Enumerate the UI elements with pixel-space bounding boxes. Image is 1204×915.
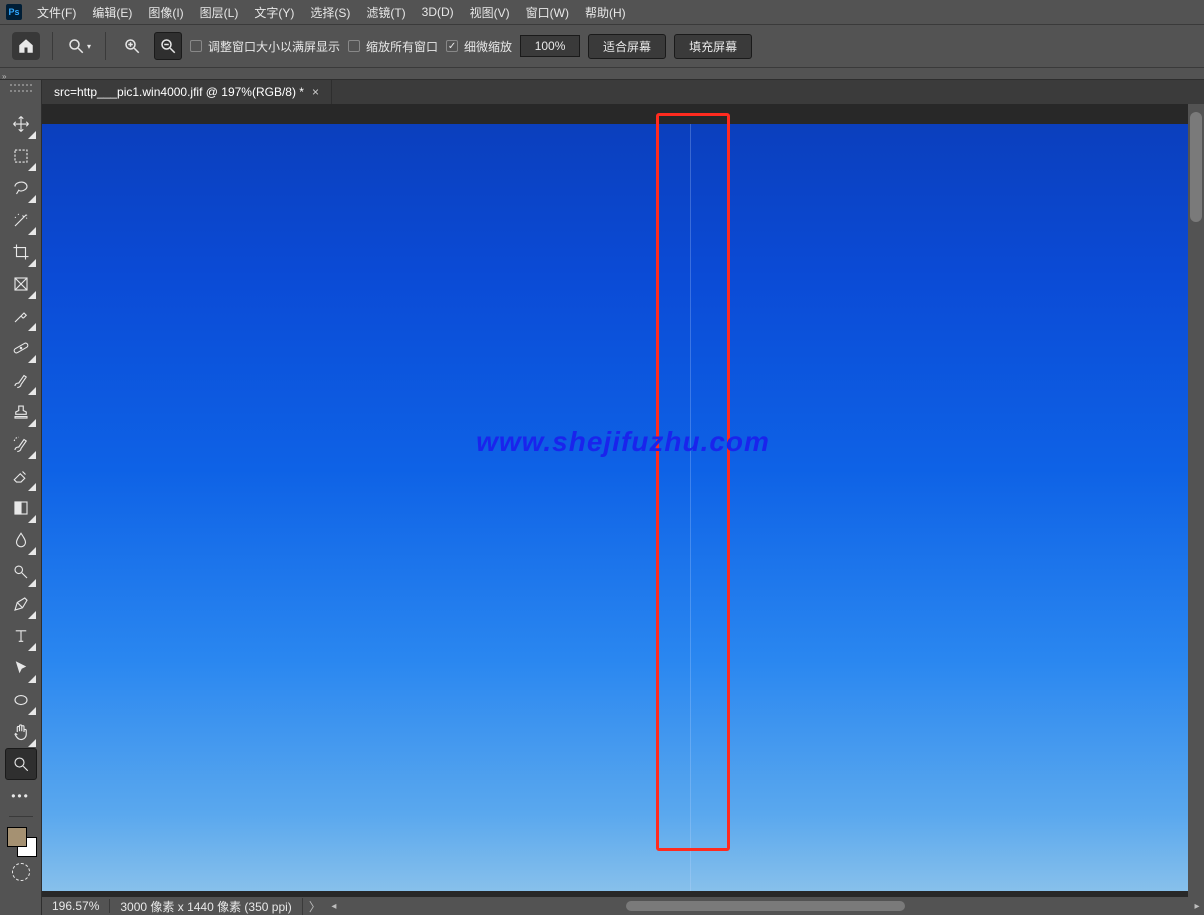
dodge-tool[interactable] bbox=[5, 556, 37, 588]
quick-select-tool[interactable] bbox=[5, 204, 37, 236]
scroll-left-icon[interactable]: ◂ bbox=[327, 901, 341, 912]
foreground-color-swatch[interactable] bbox=[7, 827, 27, 847]
menu-view[interactable]: 视图(V) bbox=[463, 1, 517, 24]
options-bar: ▾ 调整窗口大小以满屏显示 缩放所有窗口 bbox=[0, 24, 1204, 68]
canvas-watermark: www.shejifuzhu.com bbox=[476, 426, 770, 458]
checkbox-checked-icon bbox=[446, 40, 458, 52]
zoom-tool-preset[interactable]: ▾ bbox=[65, 32, 93, 60]
menu-edit[interactable]: 编辑(E) bbox=[85, 1, 139, 24]
scrubby-zoom-label: 细微缩放 bbox=[464, 38, 512, 55]
scrollbar-thumb[interactable] bbox=[1190, 112, 1202, 222]
frame-tool[interactable] bbox=[5, 268, 37, 300]
magnifier-icon bbox=[12, 755, 30, 773]
panel-chevron-strip[interactable]: » bbox=[0, 68, 1204, 80]
path-select-tool[interactable] bbox=[5, 652, 37, 684]
menu-help[interactable]: 帮助(H) bbox=[578, 1, 633, 24]
divider bbox=[9, 816, 33, 817]
menu-window[interactable]: 窗口(W) bbox=[519, 1, 576, 24]
close-tab-icon[interactable]: × bbox=[312, 85, 319, 99]
home-button[interactable] bbox=[12, 32, 40, 60]
menu-select[interactable]: 选择(S) bbox=[303, 1, 357, 24]
app-logo-icon: Ps bbox=[6, 4, 22, 20]
toolbar: ••• bbox=[0, 104, 42, 915]
toolbar-grip[interactable] bbox=[0, 80, 42, 104]
gradient-tool[interactable] bbox=[5, 492, 37, 524]
document-tab[interactable]: src=http___pic1.win4000.jfif @ 197%(RGB/… bbox=[42, 80, 332, 104]
eraser-tool[interactable] bbox=[5, 460, 37, 492]
hand-tool[interactable] bbox=[5, 716, 37, 748]
magnifier-icon bbox=[67, 37, 85, 55]
ellipse-shape-tool[interactable] bbox=[5, 684, 37, 716]
horizontal-scrollbar[interactable] bbox=[355, 899, 1176, 913]
divider bbox=[105, 32, 106, 60]
home-icon bbox=[17, 37, 35, 55]
zoom-out-icon bbox=[159, 37, 177, 55]
menu-layer[interactable]: 图层(L) bbox=[193, 1, 246, 24]
status-zoom[interactable]: 196.57% bbox=[42, 899, 110, 913]
zoom-out-button[interactable] bbox=[154, 32, 182, 60]
brush-tool[interactable] bbox=[5, 364, 37, 396]
resize-window-label: 调整窗口大小以满屏显示 bbox=[208, 38, 340, 55]
ellipsis-icon: ••• bbox=[11, 789, 30, 803]
marquee-tool[interactable] bbox=[5, 140, 37, 172]
type-tool[interactable] bbox=[5, 620, 37, 652]
pen-tool[interactable] bbox=[5, 588, 37, 620]
menu-3d[interactable]: 3D(D) bbox=[415, 2, 461, 22]
lasso-tool[interactable] bbox=[5, 172, 37, 204]
scrubby-zoom-checkbox[interactable]: 细微缩放 bbox=[446, 38, 512, 55]
canvas-image bbox=[42, 124, 1188, 891]
edit-toolbar-button[interactable]: ••• bbox=[5, 780, 37, 812]
chevron-right-icon[interactable]: 〉 bbox=[303, 898, 327, 915]
clone-stamp-tool[interactable] bbox=[5, 396, 37, 428]
zoom-percent-input[interactable]: 100% bbox=[520, 35, 580, 57]
vertical-scrollbar[interactable] bbox=[1188, 104, 1204, 897]
color-swatches[interactable] bbox=[5, 825, 37, 857]
menu-file[interactable]: 文件(F) bbox=[30, 1, 83, 24]
scroll-right-icon[interactable]: ▸ bbox=[1190, 901, 1204, 912]
checkbox-icon bbox=[348, 40, 360, 52]
eyedropper-tool[interactable] bbox=[5, 300, 37, 332]
checkbox-icon bbox=[190, 40, 202, 52]
fill-screen-button[interactable]: 填充屏幕 bbox=[674, 34, 752, 59]
fit-screen-button[interactable]: 适合屏幕 bbox=[588, 34, 666, 59]
annotation-box bbox=[656, 113, 730, 851]
document-tab-title: src=http___pic1.win4000.jfif @ 197%(RGB/… bbox=[54, 85, 304, 99]
status-doc-info[interactable]: 3000 像素 x 1440 像素 (350 ppi) bbox=[110, 898, 302, 915]
history-brush-tool[interactable] bbox=[5, 428, 37, 460]
quick-mask-toggle[interactable] bbox=[12, 863, 30, 881]
healing-brush-tool[interactable] bbox=[5, 332, 37, 364]
divider bbox=[52, 32, 53, 60]
chevron-down-icon: ▾ bbox=[87, 42, 91, 51]
canvas-viewport[interactable]: www.shejifuzhu.com bbox=[42, 104, 1204, 897]
zoom-all-windows-checkbox[interactable]: 缩放所有窗口 bbox=[348, 38, 438, 55]
menu-type[interactable]: 文字(Y) bbox=[247, 1, 301, 24]
resize-window-checkbox[interactable]: 调整窗口大小以满屏显示 bbox=[190, 38, 340, 55]
crop-tool[interactable] bbox=[5, 236, 37, 268]
canvas-area: www.shejifuzhu.com 196.57% 3000 像素 x 144… bbox=[42, 104, 1204, 915]
scrollbar-thumb[interactable] bbox=[626, 901, 905, 911]
zoom-tool[interactable] bbox=[5, 748, 37, 780]
blur-tool[interactable] bbox=[5, 524, 37, 556]
zoom-all-label: 缩放所有窗口 bbox=[366, 38, 438, 55]
zoom-in-button[interactable] bbox=[118, 32, 146, 60]
zoom-in-icon bbox=[123, 37, 141, 55]
document-tab-bar: src=http___pic1.win4000.jfif @ 197%(RGB/… bbox=[0, 80, 1204, 104]
status-bar: 196.57% 3000 像素 x 1440 像素 (350 ppi) 〉 ◂ … bbox=[42, 897, 1204, 915]
menubar: Ps 文件(F) 编辑(E) 图像(I) 图层(L) 文字(Y) 选择(S) 滤… bbox=[0, 0, 1204, 24]
move-tool[interactable] bbox=[5, 108, 37, 140]
menu-image[interactable]: 图像(I) bbox=[141, 1, 190, 24]
menu-filter[interactable]: 滤镜(T) bbox=[359, 1, 412, 24]
